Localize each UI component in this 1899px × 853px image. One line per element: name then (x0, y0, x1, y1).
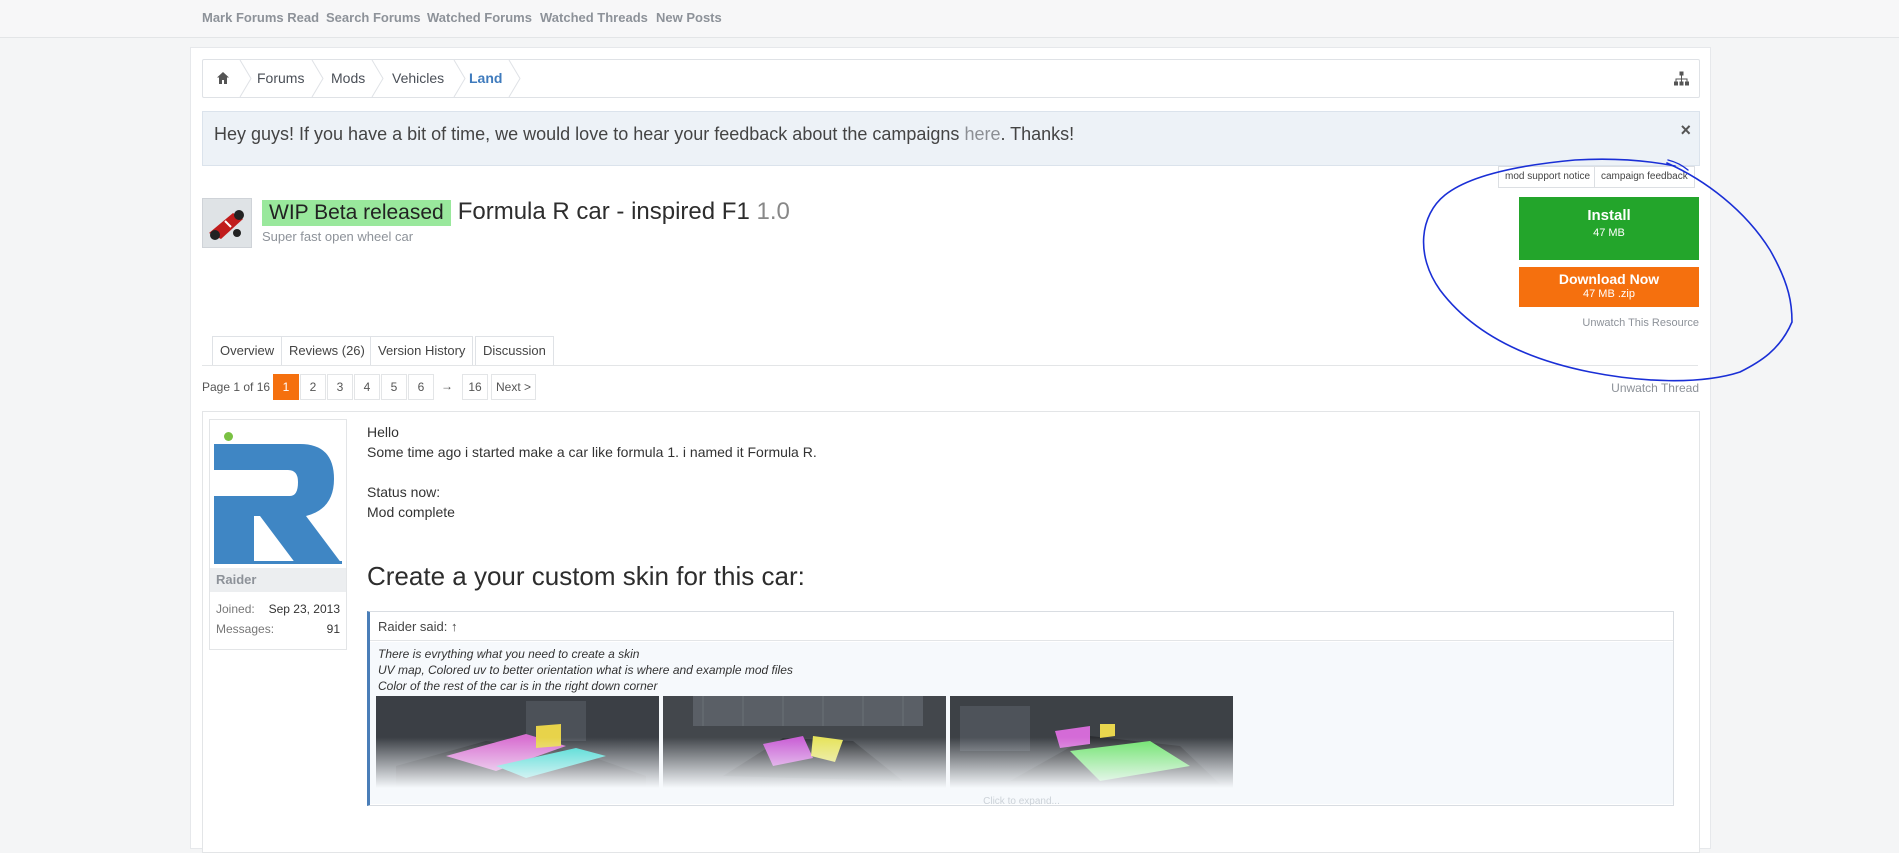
notice-text: Hey guys! If you have a bit of time, we … (214, 124, 1074, 145)
download-now-button[interactable]: Download Now 47 MB .zip (1519, 267, 1699, 307)
feedback-notice: Hey guys! If you have a bit of time, we … (202, 111, 1700, 166)
online-status-dot (224, 432, 233, 441)
page-link-6[interactable]: 6 (408, 374, 434, 400)
joined-label: Joined: (216, 602, 255, 616)
install-label: Install (1587, 207, 1631, 224)
quote-line: There is evrything what you need to crea… (378, 647, 640, 661)
page-label: Page 1 of 16 (202, 380, 271, 394)
resource-tagline: Super fast open wheel car (262, 229, 414, 244)
breadcrumb-separator (311, 60, 324, 97)
download-size: 47 MB .zip (1583, 288, 1635, 300)
breadcrumb-land[interactable]: Land (469, 60, 502, 97)
post-line: Status now: (367, 484, 441, 500)
page-link-4[interactable]: 4 (354, 374, 380, 400)
tab-discussion[interactable]: Discussion (475, 336, 554, 366)
breadcrumb-vehicles[interactable]: Vehicles (392, 60, 444, 97)
notice-text-after: . Thanks! (1000, 124, 1075, 144)
watched-forums-link[interactable]: Watched Forums (427, 10, 532, 25)
quote-line: UV map, Colored uv to better orientation… (378, 663, 793, 677)
breadcrumb-mods[interactable]: Mods (331, 60, 365, 97)
page-link-1[interactable]: 1 (273, 374, 299, 400)
resource-title: WIP Beta released Formula R car - inspire… (262, 198, 790, 226)
watched-threads-link[interactable]: Watched Threads (540, 10, 648, 25)
click-to-expand-link[interactable]: Click to expand... (370, 796, 1673, 807)
home-icon[interactable] (216, 71, 230, 85)
notice-text-before: Hey guys! If you have a bit of time, we … (214, 124, 965, 144)
breadcrumb: Forums Mods Vehicles Land (202, 59, 1700, 98)
notice-link[interactable]: here (964, 124, 1000, 144)
search-forums-link[interactable]: Search Forums (326, 10, 421, 25)
resource-thumbnail[interactable] (202, 198, 252, 248)
post-line: Some time ago i started make a car like … (367, 444, 817, 460)
install-button[interactable]: Install 47 MB (1519, 197, 1699, 260)
breadcrumb-separator (508, 60, 521, 97)
breadcrumb-separator (371, 60, 384, 97)
page-link-3[interactable]: 3 (327, 374, 353, 400)
close-icon[interactable]: × (1680, 120, 1691, 141)
quote-author[interactable]: Raider said: ↑ (370, 612, 1673, 641)
post-heading: Create a your custom skin for this car: (367, 561, 805, 591)
breadcrumb-separator (239, 60, 252, 97)
quote-block: Raider said: ↑ There is evrything what y… (367, 611, 1674, 807)
avatar[interactable] (214, 424, 342, 564)
username[interactable]: Raider (210, 568, 346, 592)
notice-tag-campaign-feedback[interactable]: campaign feedback (1594, 166, 1695, 188)
next-page-button[interactable]: Next > (491, 374, 537, 400)
resource-title-text: Formula R car - inspired F1 (457, 198, 750, 225)
top-nav-bar: Mark Forums Read Search Forums Watched F… (0, 0, 1899, 38)
joined-value: Sep 23, 2013 (268, 602, 340, 616)
page-link-16[interactable]: 16 (462, 374, 488, 400)
post-line: Mod complete (367, 504, 455, 520)
quote-body: There is evrything what you need to crea… (370, 642, 1673, 807)
page-link-5[interactable]: 5 (381, 374, 407, 400)
skin-preview-image-2[interactable] (663, 696, 946, 788)
page-link-2[interactable]: 2 (300, 374, 326, 400)
tab-reviews[interactable]: Reviews (26) (281, 336, 373, 366)
breadcrumb-separator (453, 60, 466, 97)
tab-overview[interactable]: Overview (212, 336, 283, 366)
quote-line: Color of the rest of the car is in the r… (378, 679, 658, 693)
unwatch-resource-link[interactable]: Unwatch This Resource (1582, 317, 1699, 329)
sitemap-icon[interactable] (1674, 71, 1689, 86)
tabs-divider (202, 365, 1698, 366)
user-info-box: Raider Joined: Sep 23, 2013 Messages: 91 (209, 419, 347, 650)
messages-row: Messages: 91 (216, 622, 340, 636)
skin-preview-image-3[interactable] (950, 696, 1233, 788)
joined-row: Joined: Sep 23, 2013 (216, 602, 340, 616)
prefix-badge[interactable]: WIP Beta released (262, 200, 451, 226)
new-posts-link[interactable]: New Posts (656, 10, 722, 25)
messages-value: 91 (326, 622, 340, 636)
skin-preview-image-1[interactable] (376, 696, 659, 788)
messages-label: Messages: (216, 622, 275, 636)
page-jump-arrow[interactable]: → (435, 374, 459, 398)
mark-forums-read-link[interactable]: Mark Forums Read (202, 10, 319, 25)
resource-version: 1.0 (756, 198, 790, 225)
breadcrumb-forums[interactable]: Forums (257, 60, 304, 97)
unwatch-thread-link[interactable]: Unwatch Thread (1611, 381, 1699, 395)
download-label: Download Now (1558, 271, 1660, 287)
post-line: Hello (367, 424, 399, 440)
notice-tag-mod-support[interactable]: mod support notice (1498, 166, 1598, 188)
tab-version-history[interactable]: Version History (370, 336, 474, 366)
install-size: 47 MB (1593, 227, 1625, 239)
